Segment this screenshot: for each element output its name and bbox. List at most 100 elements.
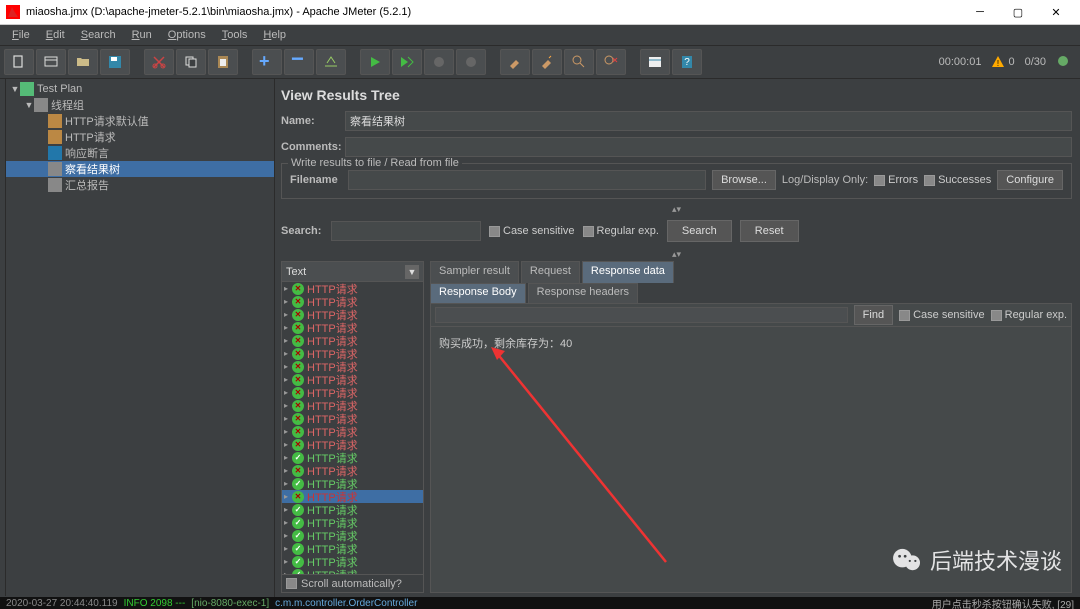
stop-button[interactable]	[424, 49, 454, 75]
expand-button[interactable]: +	[252, 49, 282, 75]
menubar: FileEditSearchRunOptionsToolsHelp	[0, 25, 1080, 46]
error-icon	[292, 413, 304, 425]
renderer-dropdown[interactable]: Text ▼	[282, 262, 423, 282]
menu-search[interactable]: Search	[73, 25, 124, 45]
paste-button[interactable]	[208, 49, 238, 75]
find-button[interactable]: Find	[854, 305, 893, 325]
shutdown-button[interactable]	[456, 49, 486, 75]
node-icon	[48, 146, 62, 160]
node-icon	[48, 162, 62, 176]
regex-checkbox[interactable]: Regular exp.	[583, 225, 659, 237]
menu-file[interactable]: File	[4, 25, 38, 45]
run-indicator-icon	[1056, 54, 1070, 71]
tab-response-body[interactable]: Response Body	[430, 283, 526, 303]
successes-checkbox[interactable]: Successes	[924, 174, 991, 186]
search-button[interactable]: Search	[667, 220, 732, 242]
scroll-auto-checkbox[interactable]: Scroll automatically?	[282, 574, 423, 592]
error-icon	[292, 465, 304, 477]
case-checkbox[interactable]: Case sensitive	[489, 225, 575, 237]
node-icon	[48, 114, 62, 128]
open-button[interactable]	[68, 49, 98, 75]
node-icon	[48, 130, 62, 144]
collapse-indicator-icon: ▴▾	[281, 248, 1072, 261]
errors-checkbox[interactable]: Errors	[874, 174, 918, 186]
filename-label: Filename	[290, 174, 342, 186]
collapse-button[interactable]: −	[284, 49, 314, 75]
error-icon	[292, 491, 304, 503]
browse-button[interactable]: Browse...	[712, 170, 776, 190]
toggle-button[interactable]	[316, 49, 346, 75]
window-controls: ─ ▢ ✕	[962, 1, 1074, 23]
function-helper-button[interactable]	[640, 49, 670, 75]
samples-list[interactable]: ▸HTTP请求▸HTTP请求▸HTTP请求▸HTTP请求▸HTTP请求▸HTTP…	[282, 282, 423, 574]
samples-panel: Text ▼ ▸HTTP请求▸HTTP请求▸HTTP请求▸HTTP请求▸HTTP…	[281, 261, 424, 593]
minimize-button[interactable]: ─	[962, 1, 998, 23]
find-input[interactable]	[435, 307, 848, 323]
filename-field[interactable]	[348, 170, 706, 190]
tree-row[interactable]: HTTP请求默认值	[6, 113, 274, 129]
name-field[interactable]	[345, 111, 1072, 131]
copy-button[interactable]	[176, 49, 206, 75]
tab-sampler-result[interactable]: Sampler result	[430, 261, 519, 283]
find-regex-checkbox[interactable]: Regular exp.	[991, 309, 1067, 321]
new-button[interactable]	[4, 49, 34, 75]
reset-search-button[interactable]	[596, 49, 626, 75]
error-icon	[292, 283, 304, 295]
help-button[interactable]: ?	[672, 49, 702, 75]
name-label: Name:	[281, 115, 337, 127]
configure-button[interactable]: Configure	[997, 170, 1063, 190]
response-body-content[interactable]: 购买成功，剩余库存为：40	[430, 327, 1072, 593]
close-button[interactable]: ✕	[1038, 1, 1074, 23]
start-no-pause-button[interactable]	[392, 49, 422, 75]
error-icon	[292, 348, 304, 360]
tree-row[interactable]: 响应断言	[6, 145, 274, 161]
error-icon	[292, 361, 304, 373]
thread-ratio: 0/30	[1025, 56, 1046, 68]
maximize-button[interactable]: ▢	[1000, 1, 1036, 23]
templates-button[interactable]	[36, 49, 66, 75]
tree-node-label: HTTP请求	[65, 129, 116, 145]
tree-row[interactable]: ▼Test Plan	[6, 81, 274, 97]
cut-button[interactable]	[144, 49, 174, 75]
result-sub-tabs: Response Body Response headers	[430, 283, 1072, 303]
reset-button[interactable]: Reset	[740, 220, 799, 242]
check-icon	[292, 478, 304, 490]
tree-row[interactable]: 察看结果树	[6, 161, 274, 177]
log-console: 2020-03-27 20:44:40.119 INFO 2098 --- [n…	[0, 597, 1080, 609]
menu-run[interactable]: Run	[124, 25, 160, 45]
tree-node-label: HTTP请求默认值	[65, 113, 149, 129]
tab-response-data[interactable]: Response data	[582, 261, 674, 283]
error-icon	[292, 335, 304, 347]
clear-all-button[interactable]	[532, 49, 562, 75]
error-icon	[292, 309, 304, 321]
tab-request[interactable]: Request	[521, 261, 580, 283]
fieldset-legend: Write results to file / Read from file	[288, 157, 462, 169]
menu-options[interactable]: Options	[160, 25, 214, 45]
menu-edit[interactable]: Edit	[38, 25, 73, 45]
start-button[interactable]	[360, 49, 390, 75]
menu-tools[interactable]: Tools	[214, 25, 256, 45]
test-plan-tree[interactable]: ▼Test Plan▼线程组HTTP请求默认值HTTP请求响应断言察看结果树汇总…	[6, 79, 274, 193]
toolbar: + − ? 00:00:01 !0 0/30	[0, 46, 1080, 79]
tree-row[interactable]: 汇总报告	[6, 177, 274, 193]
find-case-checkbox[interactable]: Case sensitive	[899, 309, 985, 321]
warning-icon: !0	[991, 55, 1014, 69]
search-row: Search: Case sensitive Regular exp. Sear…	[281, 216, 1072, 248]
tree-row[interactable]: HTTP请求	[6, 129, 274, 145]
sample-label: HTTP请求	[307, 567, 358, 575]
tree-row[interactable]: ▼线程组	[6, 97, 274, 113]
menu-help[interactable]: Help	[255, 25, 294, 45]
write-results-fieldset: Write results to file / Read from file F…	[281, 163, 1072, 199]
search-tb-button[interactable]	[564, 49, 594, 75]
comments-field[interactable]	[345, 137, 1072, 157]
tab-response-headers[interactable]: Response headers	[528, 283, 638, 303]
error-icon	[292, 296, 304, 308]
save-button[interactable]	[100, 49, 130, 75]
toolbar-status: 00:00:01 !0 0/30	[939, 54, 1076, 71]
svg-text:?: ?	[684, 57, 690, 68]
clear-button[interactable]	[500, 49, 530, 75]
results-area: Text ▼ ▸HTTP请求▸HTTP请求▸HTTP请求▸HTTP请求▸HTTP…	[281, 261, 1072, 593]
error-icon	[292, 439, 304, 451]
search-input[interactable]	[331, 221, 481, 241]
element-panel: View Results Tree Name: Comments: Write …	[275, 79, 1080, 597]
